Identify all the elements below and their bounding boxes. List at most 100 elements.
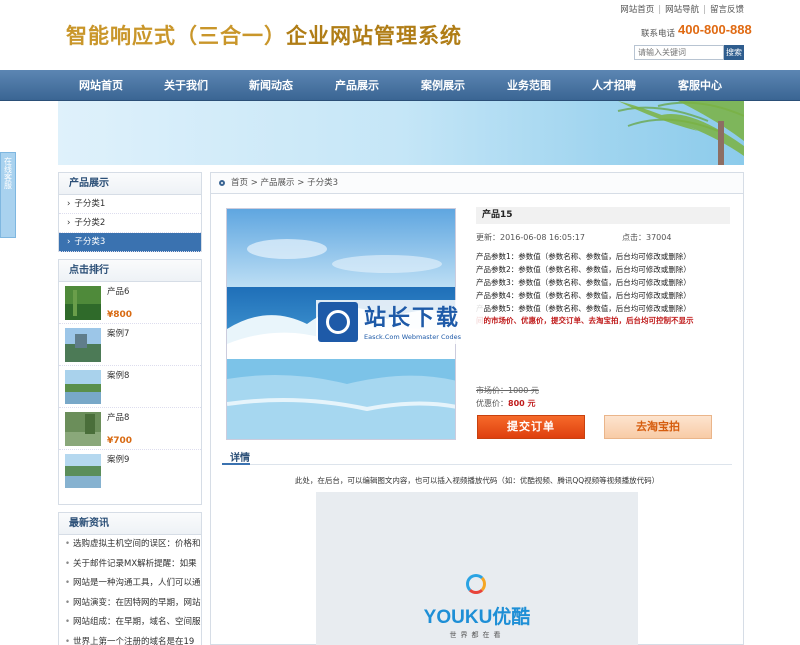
search-button[interactable]: 搜索 [724,45,744,60]
youku-slogan: 世界都在看 [449,631,505,639]
crumb-current[interactable]: 子分类3 [307,178,338,188]
news-link: 网站演变：在因特网的早期，网站 [73,597,201,608]
rank-item[interactable]: 产品8 ¥700 [59,408,201,450]
rank-item[interactable]: 案例8 [59,366,201,408]
palm-leaves-image [617,101,744,165]
breadcrumb: 首页 > 产品展示 > 子分类3 [210,172,744,194]
market-price: 市场价：1000 元 [476,386,539,395]
video-player[interactable]: YOUKU优酷 世界都在看 [316,492,638,645]
submit-order-button[interactable]: 提交订单 [477,415,585,439]
phone-number: 400-800-888 [678,22,752,37]
rank-item[interactable]: 案例9 [59,450,201,492]
detail-header: 详情 [222,449,732,465]
nav-news[interactable]: 新闻动态 [228,70,314,101]
case-thumbnail [65,370,101,404]
detail-text: 此处，在后台，可以编辑图文内容，也可以插入视频播放代码（如：优酷视频、腾讯QQ视… [294,476,660,485]
rank-price: ¥700 [107,436,133,446]
news-link: 网站是一种沟通工具，人们可以通 [73,578,201,588]
nav-jobs[interactable]: 人才招聘 [571,70,657,101]
product-param: 产品参数1：参数值（参数名称、参数值，后台均可修改或删除） [476,252,691,261]
phone-label: 联系电话 [641,29,676,39]
sale-price: 优惠价：800 元 [476,398,535,409]
rank-item[interactable]: 产品6 ¥800 [59,282,201,324]
product-thumbnail [65,286,101,320]
price-notice: 间的市场价、优惠价，提交订单、去淘宝拍，后台均可控制不显示 [476,316,694,325]
category-label: 子分类3 [74,237,106,247]
news-link: 关于邮件记录MX解析提醒：如果 [73,558,197,569]
product-title: 产品15 [476,207,730,224]
ranking-box: 点击排行 产品6 ¥800 案例7 案例8 产品8 ¥700 案例9 [58,259,202,505]
header: 智能响应式（三合一）企业网站管理系统 网站首页 | 网站导航 | 留言反馈 联系电话 4… [0,0,800,70]
category-item-active[interactable]: › 子分类3 [59,233,201,252]
watermark-title: 站长下载 [364,306,461,331]
watermark-subtitle: Easck.Com Webmaster Codes [364,333,461,341]
product-thumbnail [65,412,101,446]
news-link: 世界上第一个注册的域名是在19 [73,636,195,645]
product-category-box: 产品展示 › 子分类1 › 子分类2 › 子分类3 [58,172,202,252]
product-param: 产品参数3：参数值（参数名称、参数值，后台均可修改或删除） [476,278,691,287]
bullet-icon: • [65,636,71,645]
nav-service[interactable]: 客服中心 [657,70,743,101]
ranking-title: 点击排行 [59,260,201,282]
watermark-logo-icon [318,302,358,342]
news-box: 最新资讯 • 选购虚拟主机空间的误区：价格和 • 关于邮件记录MX解析提醒：如果 •… [58,512,202,645]
news-title: 最新资讯 [59,513,201,535]
top-links: 网站首页 | 网站导航 | 留言反馈 [620,5,744,15]
watermark: 站长下载 Easck.Com Webmaster Codes [316,300,484,344]
bullet-icon: • [65,617,71,627]
bullet-icon: • [65,558,71,569]
nav-cases[interactable]: 案例展示 [400,70,486,101]
news-item[interactable]: • 关于邮件记录MX解析提醒：如果 [59,555,201,575]
case-thumbnail [65,454,101,488]
nav-business[interactable]: 业务范围 [486,70,572,101]
category-item[interactable]: › 子分类2 [59,214,201,233]
news-item[interactable]: • 网站是一种沟通工具，人们可以通 [59,574,201,594]
chevron-right-icon: › [67,199,71,209]
category-label: 子分类1 [74,199,106,209]
category-label: 子分类2 [74,218,106,228]
news-item[interactable]: • 网站组成：在早期，域名、空间服 [59,613,201,633]
search-input[interactable] [634,45,724,60]
nav-about[interactable]: 关于我们 [143,70,229,101]
nav-home[interactable]: 网站首页 [58,70,144,101]
product-category-title: 产品展示 [59,173,201,195]
loading-spinner-icon [466,574,486,594]
chevron-right-icon: › [67,218,71,228]
main-nav: 网站首页 关于我们 新闻动态 产品展示 案例展示 业务范围 人才招聘 客服中心 [0,70,800,101]
bullet-icon: • [65,578,71,588]
sale-price-value: 800 元 [508,399,536,408]
crumb-home[interactable]: 首页 [231,178,248,188]
bullet-icon: • [65,539,71,549]
rank-name: 案例7 [107,329,130,339]
youku-logo-cn: 优酷 [492,607,531,628]
sale-price-label: 优惠价： [476,399,508,408]
rank-item[interactable]: 案例7 [59,324,201,366]
case-thumbnail [65,328,101,362]
toplink-home[interactable]: 网站首页 [620,5,654,15]
banner [58,101,744,165]
toplink-sitemap[interactable]: 网站导航 [665,5,699,15]
rank-price: ¥800 [107,310,133,320]
product-updated: 更新：2016-06-08 16:05:17 [476,233,585,242]
rank-name: 案例8 [107,371,130,381]
product-param: 产品参数2：参数值（参数名称、参数值，后台均可修改或删除） [476,265,691,274]
rank-name: 产品6 [107,287,130,297]
youku-logo: YOUKU优酷 [316,602,638,629]
chevron-right-icon: › [67,237,71,247]
news-item[interactable]: • 世界上第一个注册的域名是在19 [59,633,201,645]
logo-text-strong: 企业网站管理系统 [286,25,462,48]
toplink-feedback[interactable]: 留言反馈 [710,5,744,15]
news-link: 选购虚拟主机空间的误区：价格和 [73,539,201,549]
detail-tab[interactable]: 详情 [222,449,250,465]
taobao-button[interactable]: 去淘宝拍 [604,415,712,439]
news-link: 网站组成：在早期，域名、空间服 [73,617,201,627]
crumb-products[interactable]: 产品展示 [261,178,295,188]
online-service-tab[interactable]: 在线客服 [0,152,16,238]
category-item[interactable]: › 子分类1 [59,195,201,214]
rank-name: 案例9 [107,455,130,465]
news-item[interactable]: • 网站演变：在因特网的早期，网站 [59,594,201,614]
site-logo[interactable]: 智能响应式（三合一）企业网站管理系统 [66,20,462,50]
nav-products[interactable]: 产品展示 [314,70,400,101]
product-clicks: 点击：37004 [622,233,672,242]
news-item[interactable]: • 选购虚拟主机空间的误区：价格和 [59,535,201,555]
